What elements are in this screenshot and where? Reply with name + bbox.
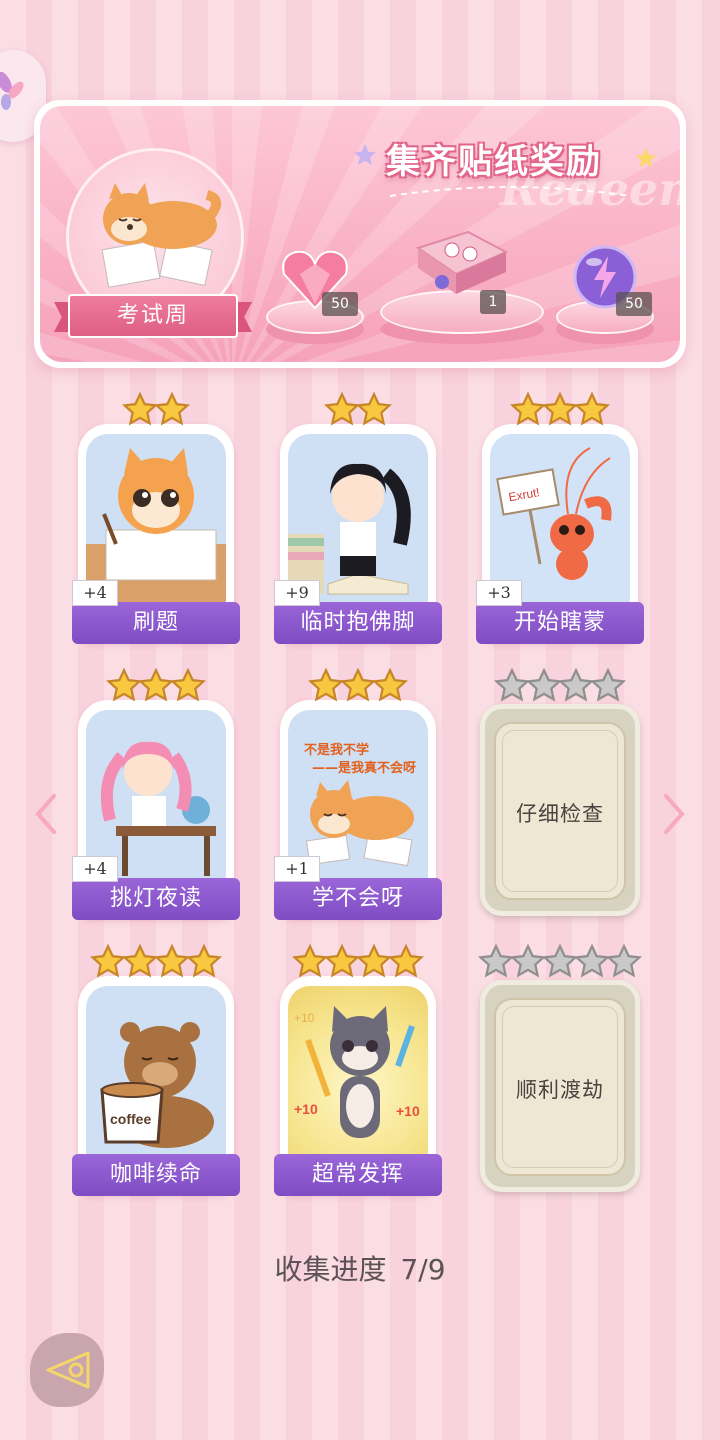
sticker-label: 仔细检查 [516, 802, 604, 826]
lobster-sign-icon: Exrut! [496, 447, 612, 580]
star-icon [292, 944, 328, 978]
star-icon [388, 944, 424, 978]
star-icon [340, 668, 376, 702]
sticker-label: 开始瞎蒙 [476, 602, 644, 644]
lilac-star-icon [354, 144, 376, 165]
reward-banner: Redeem 集齐贴纸奖励 [34, 100, 686, 368]
reward-energy-orb[interactable]: 50 [556, 245, 654, 344]
sticker-card[interactable]: 不是我不学 ——是我真不会呀 +1 学不会呀 [274, 668, 442, 920]
sticker-card[interactable]: +9 临时抱佛脚 [274, 392, 442, 644]
bonus-badge: +4 [72, 580, 118, 606]
star-icon [542, 944, 578, 978]
star-icon [356, 392, 392, 426]
cat-writing-icon [86, 448, 226, 604]
star-rating [476, 390, 644, 430]
bonus-badge: +3 [476, 580, 522, 606]
star-icon [510, 944, 546, 978]
sticker-label: 挑灯夜读 [72, 878, 240, 920]
star-icon [510, 392, 546, 426]
back-arrow-icon [46, 1351, 90, 1389]
plus-text: +10 [396, 1103, 420, 1119]
star-icon [494, 668, 530, 702]
progress-value: 7/9 [400, 1253, 446, 1286]
star-icon [324, 944, 360, 978]
sticker-card[interactable]: +4 挑灯夜读 [72, 668, 240, 920]
star-icon [590, 668, 626, 702]
star-icon [372, 668, 408, 702]
star-icon [324, 392, 360, 426]
banner-title-area: 集齐贴纸奖励 [354, 124, 660, 197]
yellow-star-icon [636, 148, 656, 168]
star-icon [138, 668, 174, 702]
star-icon [542, 392, 578, 426]
sticker-caption-line2: ——是我真不会呀 [312, 760, 416, 776]
star-rating [476, 666, 644, 706]
shiba-crying-icon: 不是我不学 ——是我真不会呀 [304, 742, 416, 867]
star-icon [606, 944, 642, 978]
star-icon [526, 668, 562, 702]
star-icon [154, 392, 190, 426]
sticker-card[interactable]: +4 刷题 [72, 392, 240, 644]
star-icon [478, 944, 514, 978]
star-rating [72, 942, 240, 982]
theme-ribbon: 考试周 [54, 294, 252, 338]
reward-count: 1 [480, 290, 506, 314]
star-icon [170, 668, 206, 702]
reward-count: 50 [322, 292, 358, 316]
sticker-label: 顺利渡劫 [516, 1078, 604, 1102]
sticker-label: 咖啡续命 [72, 1154, 240, 1196]
sticker-label: 超常发挥 [274, 1154, 442, 1196]
star-icon [90, 944, 126, 978]
sticker-label: 临时抱佛脚 [274, 602, 442, 644]
star-rating [274, 666, 442, 706]
star-icon [308, 668, 344, 702]
reward-count: 50 [616, 292, 652, 316]
star-icon [574, 944, 610, 978]
star-icon [122, 944, 158, 978]
sticker-label: 学不会呀 [274, 878, 442, 920]
girl-reading-icon [288, 463, 411, 595]
cat-pencil-icon: +10 +10 +10 [294, 1006, 420, 1138]
theme-label: 考试周 [116, 303, 189, 328]
sticker-card[interactable]: +10 +10 +10 超常发挥 [274, 944, 442, 1196]
star-rating [72, 390, 240, 430]
reward-heart-gem[interactable]: 50 [266, 250, 364, 344]
locked-sticker-card[interactable]: 顺利渡劫 [476, 944, 644, 1196]
sticker-card[interactable]: coffee 咖啡续命 [72, 944, 240, 1196]
sticker-caption-line1: 不是我不学 [304, 742, 369, 758]
locked-sticker-card[interactable]: 仔细检查 [476, 668, 644, 920]
back-button[interactable] [30, 1333, 104, 1407]
star-rating [274, 942, 442, 982]
star-icon [558, 668, 594, 702]
bonus-badge: +9 [274, 580, 320, 606]
bonus-badge: +1 [274, 856, 320, 882]
reward-gift-box[interactable]: 1 [380, 230, 544, 344]
plus-text: +10 [294, 1011, 315, 1025]
bonus-badge: +4 [72, 856, 118, 882]
sticker-label: 刷题 [72, 602, 240, 644]
banner-title: 集齐贴纸奖励 [386, 142, 602, 182]
star-rating [274, 390, 442, 430]
star-rating [72, 666, 240, 706]
plus-text: +10 [294, 1101, 318, 1117]
star-icon [122, 392, 158, 426]
cup-text: coffee [110, 1111, 151, 1127]
stationery-gift-box-icon [415, 230, 509, 294]
previous-page-arrow-icon[interactable] [32, 792, 58, 836]
sticker-card[interactable]: Exrut! +3 开始瞎蒙 [476, 392, 644, 644]
title-underline-decoration [390, 186, 630, 197]
star-icon [106, 668, 142, 702]
shiba-sleeping-icon [101, 183, 222, 288]
star-icon [574, 392, 610, 426]
star-icon [356, 944, 392, 978]
progress-label: 收集进度 [274, 1253, 387, 1286]
pink-girl-desk-icon [100, 741, 216, 876]
collection-progress: 收集进度 7/9 [0, 1248, 720, 1288]
bear-coffee-icon: coffee [100, 1022, 214, 1148]
star-rating [476, 942, 644, 982]
next-page-arrow-icon[interactable] [662, 792, 688, 836]
star-icon [154, 944, 190, 978]
star-icon [186, 944, 222, 978]
